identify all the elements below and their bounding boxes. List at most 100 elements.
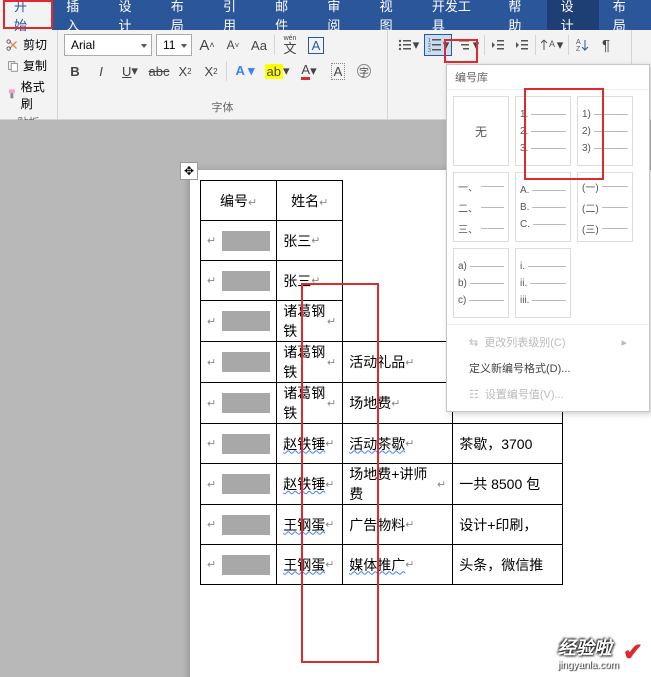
text-effects-button[interactable]: A ▾ bbox=[231, 60, 259, 82]
cell-number[interactable]: ↵ bbox=[201, 545, 277, 585]
scissors-icon bbox=[6, 38, 20, 52]
table-row: ↵王钢蛋↵广告物料↵设计+印刷， bbox=[201, 505, 563, 545]
shrink-font-button[interactable]: A˅ bbox=[222, 34, 244, 56]
svg-text:A: A bbox=[549, 39, 555, 49]
tab-help[interactable]: 帮助 bbox=[494, 0, 546, 30]
cell-number[interactable]: ↵ bbox=[201, 301, 277, 342]
sort-button[interactable]: AZ bbox=[571, 34, 593, 56]
numbering-chinese[interactable]: 一、 二、 三、 bbox=[453, 172, 509, 242]
watermark-url: jingyanla.com bbox=[558, 660, 619, 671]
cell-item[interactable]: 媒体推广↵ bbox=[343, 545, 453, 585]
tab-view[interactable]: 视图 bbox=[366, 0, 418, 30]
cell-name[interactable]: 王钢蛋↵ bbox=[277, 505, 343, 545]
copy-button[interactable]: 复制 bbox=[6, 55, 51, 76]
svg-text:A: A bbox=[576, 39, 581, 46]
cell-name[interactable]: 王钢蛋↵ bbox=[277, 545, 343, 585]
char-shading-button[interactable]: A bbox=[327, 60, 349, 82]
define-new-number-format[interactable]: 定义新编号格式(D)... bbox=[447, 355, 649, 381]
tab-table-layout[interactable]: 布局 bbox=[599, 0, 651, 30]
cell-item[interactable]: 广告物料↵ bbox=[343, 505, 453, 545]
numbering-arabic-dot[interactable]: 1. 2. 3. bbox=[515, 96, 571, 166]
superscript-button[interactable]: X2 bbox=[200, 60, 222, 82]
underline-button[interactable]: U ▾ bbox=[116, 60, 144, 82]
numbering-none[interactable]: 无 bbox=[453, 96, 509, 166]
cell-number[interactable]: ↵ bbox=[201, 505, 277, 545]
tab-reference[interactable]: 引用 bbox=[209, 0, 261, 30]
header-number: 编号↵ bbox=[201, 181, 277, 221]
show-marks-button[interactable]: ¶ bbox=[595, 34, 617, 56]
check-icon: ✔ bbox=[623, 638, 643, 667]
enclose-char-button[interactable]: 字 bbox=[353, 60, 375, 82]
copy-icon bbox=[6, 59, 20, 73]
font-group: Arial 11 A˄ A˅ Aa wén文 A B I U ▾ abc X2 … bbox=[58, 30, 388, 119]
subscript-button[interactable]: X2 bbox=[174, 60, 196, 82]
tab-table-design[interactable]: 设计 bbox=[547, 0, 599, 30]
cell-name[interactable]: 赵铁锤↵ bbox=[277, 424, 343, 464]
grow-font-button[interactable]: A˄ bbox=[196, 34, 218, 56]
numbering-button[interactable]: 123▾ bbox=[424, 34, 452, 56]
table-row: ↵王钢蛋↵媒体推广↵头条，微信推 bbox=[201, 545, 563, 585]
cell-detail[interactable]: 一共 8500 包 bbox=[453, 464, 563, 505]
char-border-button[interactable]: A bbox=[305, 34, 327, 56]
tab-insert[interactable]: 插入 bbox=[52, 0, 104, 30]
format-painter-button[interactable]: 格式刷 bbox=[6, 76, 51, 114]
numbering-lower-alpha-paren[interactable]: a) b) c) bbox=[453, 248, 509, 318]
cell-item[interactable]: 场地费+讲师费↵ bbox=[343, 464, 453, 505]
cell-name[interactable]: 张三↵ bbox=[277, 261, 343, 301]
svg-text:3: 3 bbox=[428, 48, 431, 53]
cell-name[interactable]: 诸葛钢铁↵ bbox=[277, 383, 343, 424]
text-direction-button[interactable]: A▾ bbox=[538, 34, 566, 56]
cell-number[interactable]: ↵ bbox=[201, 221, 277, 261]
ribbon-tabs: 开始 插入 设计 布局 引用 邮件 审阅 视图 开发工具 帮助 设计 布局 bbox=[0, 0, 651, 30]
cell-name[interactable]: 诸葛钢铁↵ bbox=[277, 301, 343, 342]
tab-devtools[interactable]: 开发工具 bbox=[418, 0, 494, 30]
table-move-handle[interactable]: ✥ bbox=[180, 162, 198, 180]
numbering-library-label: 编号库 bbox=[447, 65, 649, 90]
multilevel-button[interactable]: ▾ bbox=[454, 34, 482, 56]
tab-review[interactable]: 审阅 bbox=[313, 0, 365, 30]
font-color-button[interactable]: A ▾ bbox=[295, 60, 323, 82]
watermark: 经验啦 jingyanla.com ✔ bbox=[558, 634, 643, 671]
numbering-upper-alpha[interactable]: A. B. C. bbox=[515, 172, 571, 242]
font-group-label: 字体 bbox=[64, 99, 381, 117]
decrease-indent-button[interactable] bbox=[487, 34, 509, 56]
strike-button[interactable]: abc bbox=[148, 60, 170, 82]
phonetic-button[interactable]: wén文 bbox=[279, 34, 301, 56]
italic-button[interactable]: I bbox=[90, 60, 112, 82]
svg-text:Z: Z bbox=[576, 46, 581, 53]
bold-button[interactable]: B bbox=[64, 60, 86, 82]
bullets-button[interactable]: ▾ bbox=[394, 34, 422, 56]
cell-number[interactable]: ↵ bbox=[201, 383, 277, 424]
change-list-level: ⇆ 更改列表级别(C)▸ bbox=[447, 329, 649, 355]
cell-detail[interactable]: 茶歇，3700 bbox=[453, 424, 563, 464]
cell-name[interactable]: 张三↵ bbox=[277, 221, 343, 261]
cut-label: 剪切 bbox=[23, 36, 47, 53]
font-size-select[interactable]: 11 bbox=[156, 34, 192, 56]
cell-detail[interactable]: 头条，微信推 bbox=[453, 545, 563, 585]
tab-design[interactable]: 设计 bbox=[104, 0, 156, 30]
copy-label: 复制 bbox=[23, 57, 47, 74]
numbering-roman[interactable]: i. ii. iii. bbox=[515, 248, 571, 318]
change-case-button[interactable]: Aa bbox=[248, 34, 270, 56]
cell-number[interactable]: ↵ bbox=[201, 464, 277, 505]
tab-start[interactable]: 开始 bbox=[0, 0, 52, 30]
set-number-value: ☷ 设置编号值(V)... bbox=[447, 381, 649, 407]
tab-mail[interactable]: 邮件 bbox=[261, 0, 313, 30]
cell-name[interactable]: 赵铁锤↵ bbox=[277, 464, 343, 505]
highlight-button[interactable]: ab▾ bbox=[263, 60, 291, 82]
increase-indent-button[interactable] bbox=[511, 34, 533, 56]
table-row: ↵赵铁锤↵场地费+讲师费↵一共 8500 包 bbox=[201, 464, 563, 505]
tab-layout[interactable]: 布局 bbox=[157, 0, 209, 30]
cell-item[interactable]: 活动礼品↵ bbox=[343, 342, 453, 383]
numbering-cn-paren[interactable]: (一) (二) (三) bbox=[577, 172, 633, 242]
cell-number[interactable]: ↵ bbox=[201, 424, 277, 464]
cell-name[interactable]: 诸葛钢铁↵ bbox=[277, 342, 343, 383]
cut-button[interactable]: 剪切 bbox=[6, 34, 51, 55]
font-name-select[interactable]: Arial bbox=[64, 34, 152, 56]
numbering-arabic-paren[interactable]: 1) 2) 3) bbox=[577, 96, 633, 166]
cell-item[interactable]: 场地费↵ bbox=[343, 383, 453, 424]
cell-number[interactable]: ↵ bbox=[201, 261, 277, 301]
cell-detail[interactable]: 设计+印刷， bbox=[453, 505, 563, 545]
cell-number[interactable]: ↵ bbox=[201, 342, 277, 383]
cell-item[interactable]: 活动茶歇↵ bbox=[343, 424, 453, 464]
